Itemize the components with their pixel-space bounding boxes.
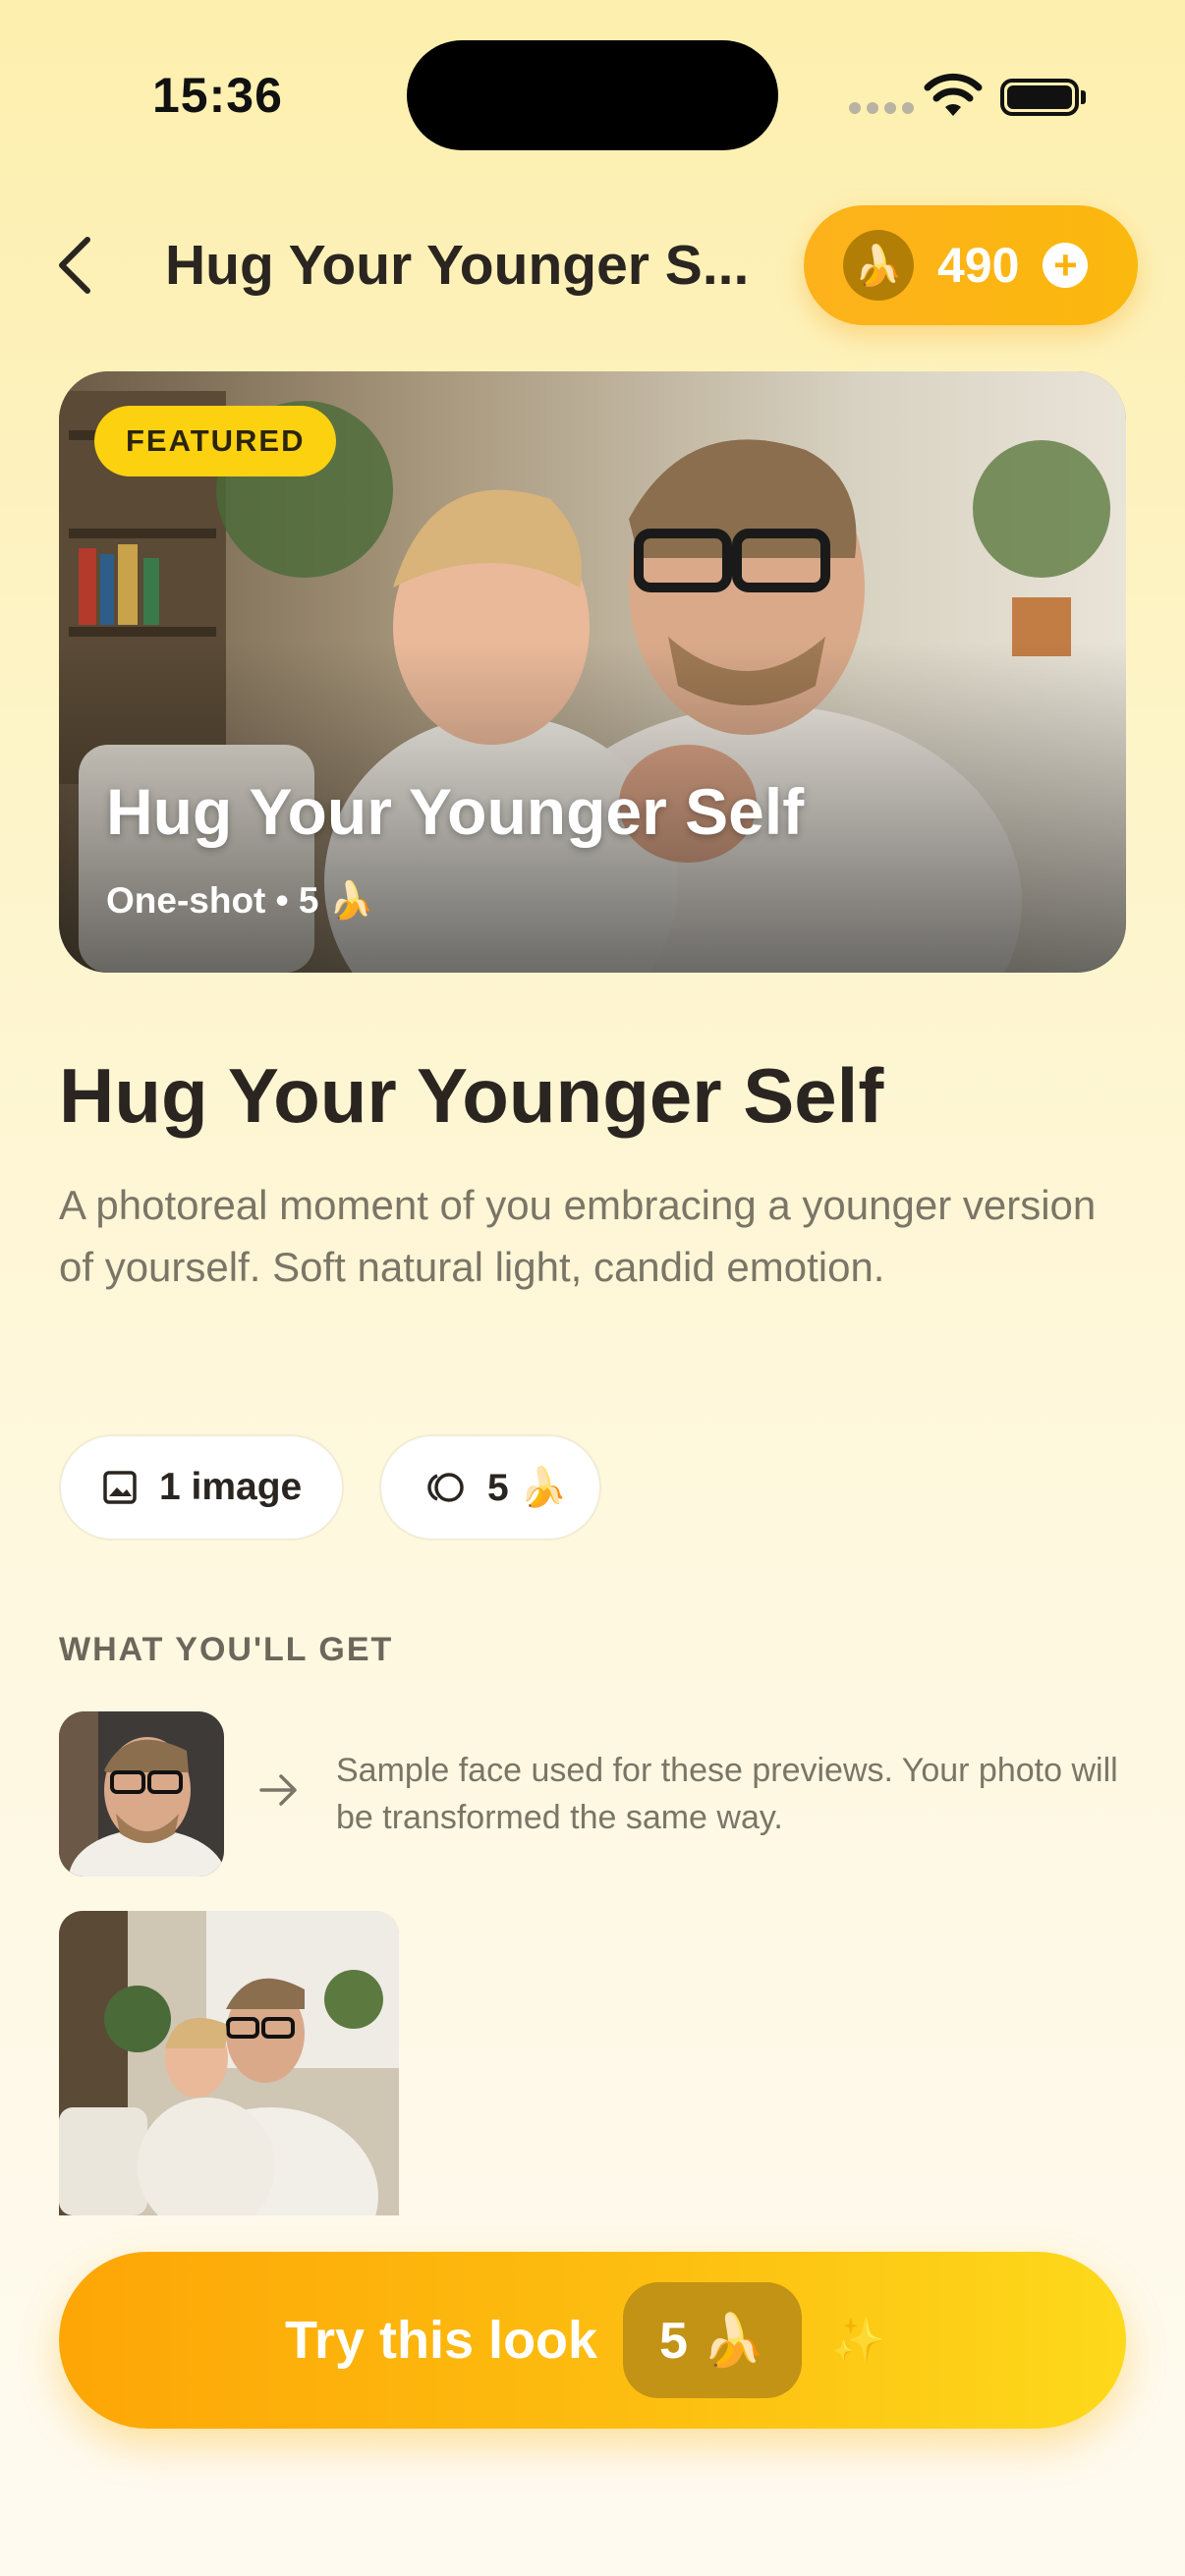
preview-image[interactable]: [59, 1911, 399, 2215]
page-title: Hug Your Younger Self: [59, 1052, 884, 1139]
description: A photoreal moment of you embracing a yo…: [59, 1182, 1097, 1290]
coin-balance-button[interactable]: 🍌 490 +: [804, 205, 1138, 325]
back-button[interactable]: [54, 226, 113, 305]
status-time: 15:36: [152, 68, 283, 123]
header-title: Hug Your Younger S...: [165, 234, 750, 297]
cta-cost-badge: 5 🍌: [623, 2282, 803, 2398]
image-icon: [103, 1471, 137, 1504]
image-count-label: 1 image: [159, 1466, 303, 1508]
hero-card[interactable]: FEATURED Hug Your Younger Self One-shot …: [59, 371, 1126, 973]
featured-badge: FEATURED: [94, 406, 337, 476]
hero-subtitle: One-shot • 5 🍌: [106, 880, 374, 921]
image-count-chip: 1 image: [59, 1434, 344, 1540]
sample-face-image: [59, 1711, 224, 1876]
banana-coin-icon: 🍌: [843, 230, 914, 301]
section-label: WHAT YOU'LL GET: [59, 1631, 394, 1668]
signal-icon: [849, 102, 914, 114]
chevron-left-icon: [59, 237, 90, 294]
dynamic-island: [407, 40, 778, 150]
try-this-look-button[interactable]: Try this look 5 🍌 ✨: [59, 2252, 1126, 2429]
cost-chip: 5 🍌: [379, 1434, 601, 1540]
wifi-icon: [924, 73, 983, 116]
plus-icon: +: [1043, 243, 1089, 288]
cost-label: 5 🍌: [487, 1467, 568, 1509]
arrow-right-icon: [259, 1774, 297, 1806]
cta-label: Try this look: [285, 2311, 598, 2370]
battery-icon: [1000, 79, 1079, 116]
coin-balance: 490: [937, 238, 1020, 293]
sparkle-icon: ✨: [831, 2317, 885, 2365]
coins-icon: [427, 1473, 464, 1502]
hero-title: Hug Your Younger Self: [106, 775, 805, 848]
sample-note: Sample face used for these previews. You…: [336, 1752, 1118, 1836]
